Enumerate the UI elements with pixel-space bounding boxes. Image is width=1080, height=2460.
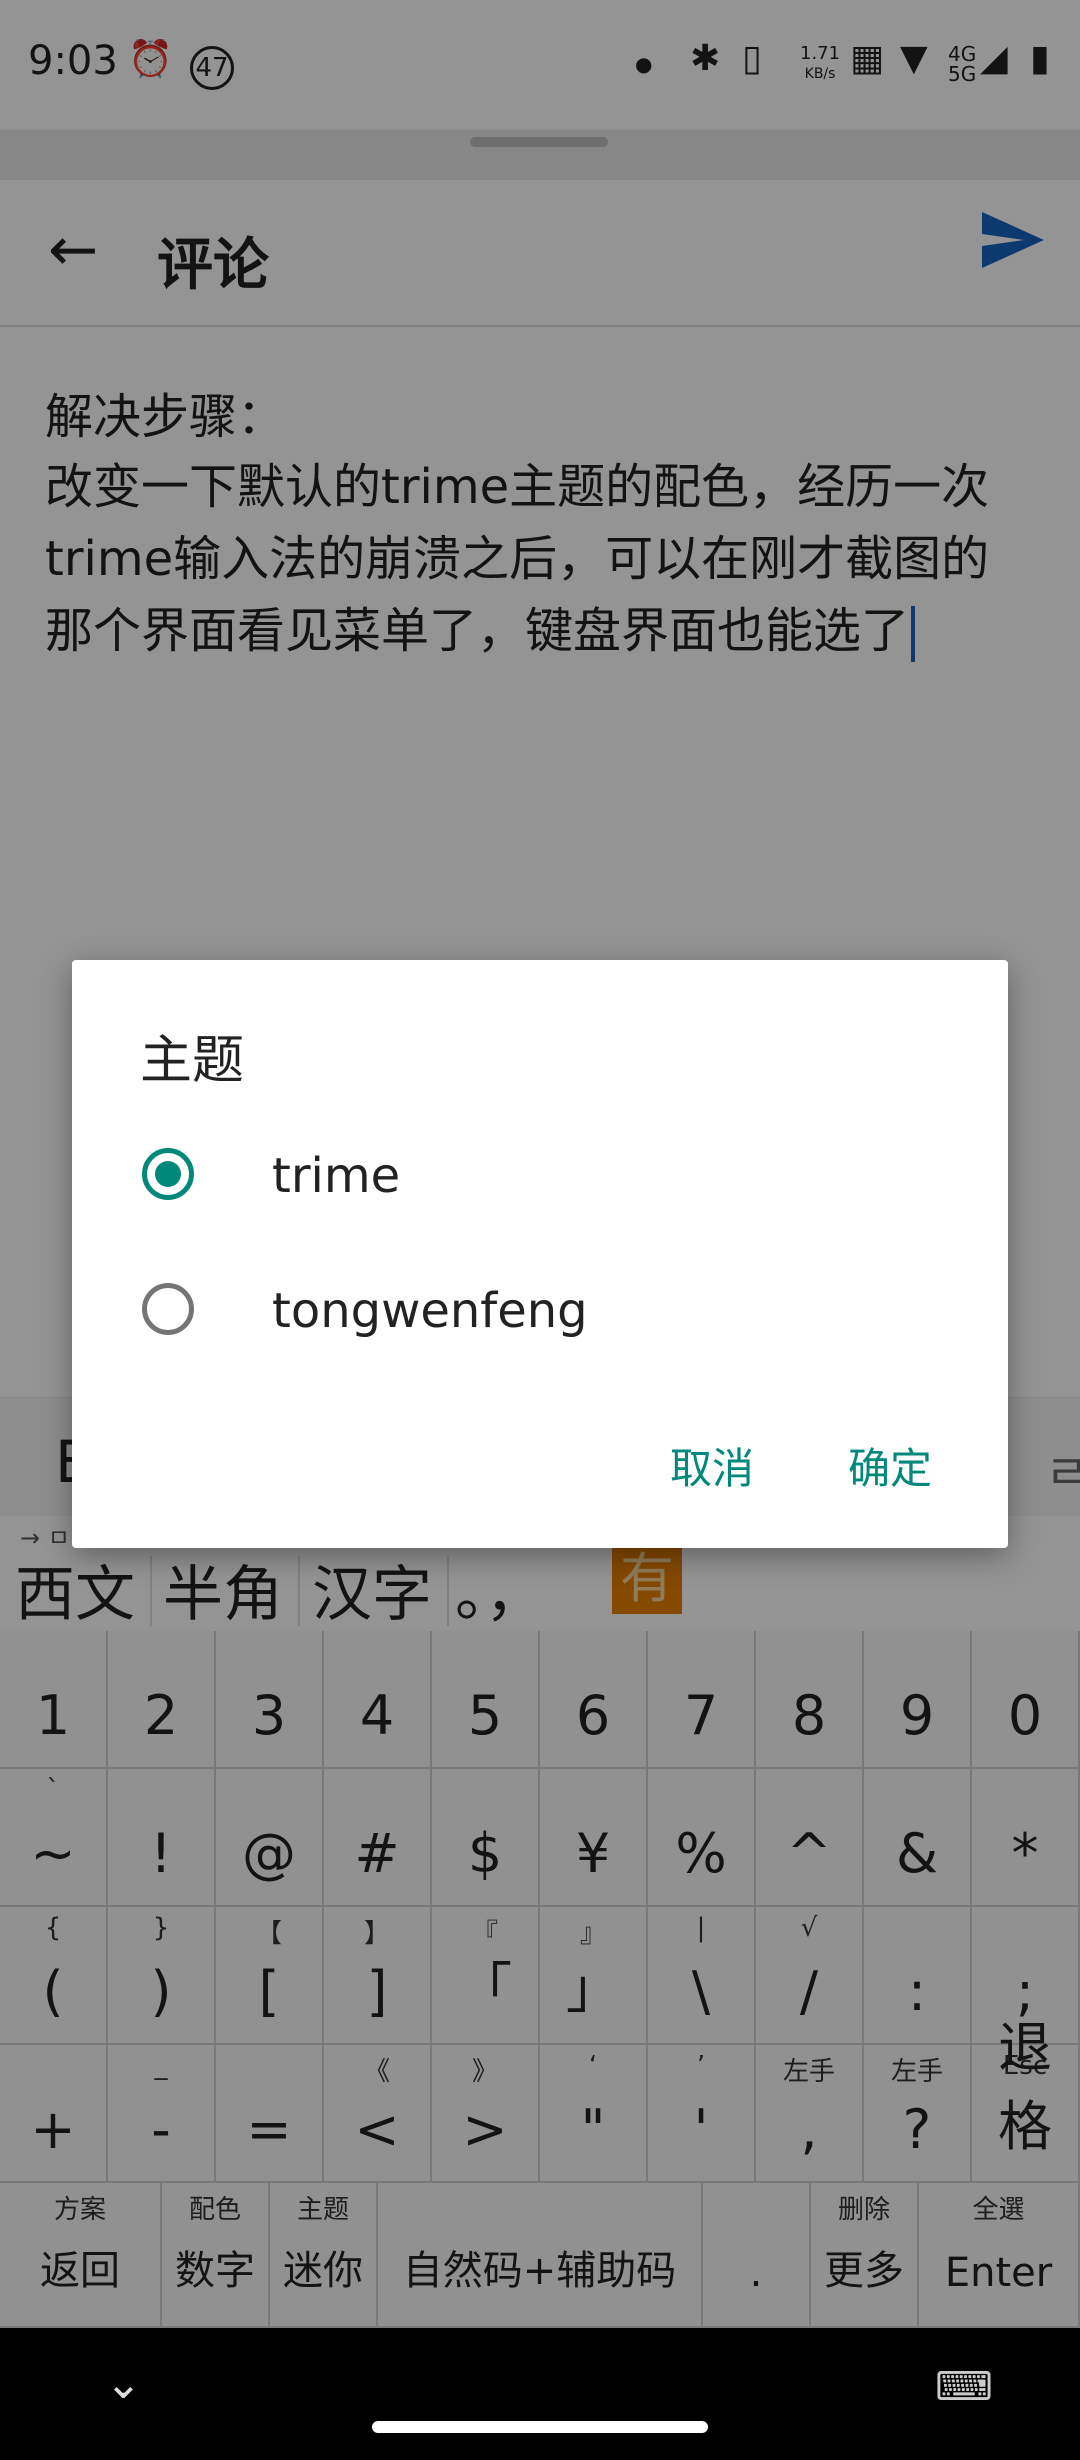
theme-option-trime[interactable]: trime [72,1110,1008,1240]
radio-selected-icon[interactable] [142,1148,194,1200]
ok-button[interactable]: 确定 [848,1435,932,1496]
keyboard-icon[interactable]: ⌨ [935,2364,993,2410]
theme-option-tongwenfeng[interactable]: tongwenfeng [72,1245,1008,1375]
radio-unselected-icon[interactable] [142,1283,194,1335]
dialog-title: 主题 [140,1031,245,1091]
cancel-button[interactable]: 取消 [670,1435,754,1496]
theme-dialog: 主题 trime tongwenfeng 取消 确定 [72,960,1008,1548]
navigation-bar: ⌄ ⌨ [0,2328,1080,2460]
chevron-down-icon[interactable]: ⌄ [105,2358,142,2409]
theme-option-label: trime [272,1148,401,1204]
home-gesture-bar[interactable] [372,2421,708,2433]
theme-option-label: tongwenfeng [272,1283,588,1339]
